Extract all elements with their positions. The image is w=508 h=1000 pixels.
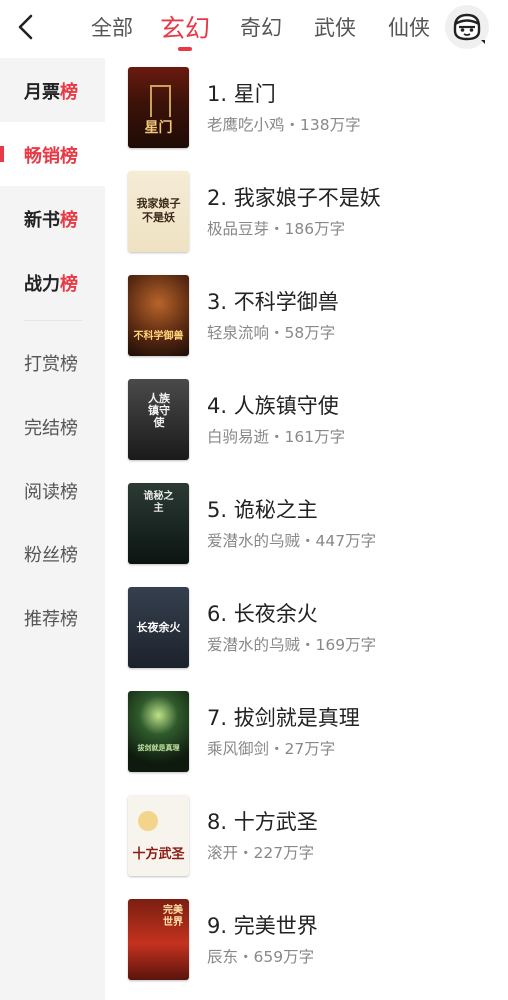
ranking-sidebar: 月票榜 畅销榜 新书榜 战力榜 打赏榜 完结榜 阅读榜 粉丝榜 推荐榜 bbox=[0, 58, 105, 1000]
book-list-item[interactable]: 诡秘之主 5. 诡秘之主 爱潜水的乌贼・447万字 bbox=[105, 474, 508, 578]
book-meta: 滚开・227万字 bbox=[207, 844, 315, 862]
active-tab-indicator bbox=[178, 47, 192, 51]
book-cover: 星门 bbox=[128, 67, 189, 148]
book-title: 6. 长夜余火 bbox=[207, 602, 318, 626]
tab-all[interactable]: 全部 bbox=[91, 12, 133, 42]
tab-wuxia[interactable]: 武侠 bbox=[314, 12, 356, 42]
book-list-item[interactable]: 完美世界 9. 完美世界 辰东・659万字 bbox=[105, 890, 508, 994]
sidebar-item-label: 推荐榜 bbox=[24, 609, 78, 630]
sidebar-item-label: 阅读榜 bbox=[24, 482, 78, 503]
sidebar-item-power[interactable]: 战力榜 bbox=[0, 250, 105, 314]
back-button[interactable] bbox=[10, 10, 44, 44]
sidebar-item-recommend[interactable]: 推荐榜 bbox=[0, 585, 105, 649]
book-cover: 长夜余火 bbox=[128, 587, 189, 668]
sidebar-item-label: 完结榜 bbox=[24, 418, 78, 439]
book-title: 3. 不科学御兽 bbox=[207, 290, 339, 314]
book-meta: 极品豆芽・186万字 bbox=[207, 220, 346, 238]
book-cover: 我家娘子不是妖 bbox=[128, 171, 189, 252]
sidebar-item-monthly-ticket[interactable]: 月票榜 bbox=[0, 58, 105, 122]
sidebar-item-label: 战力榜 bbox=[24, 274, 78, 295]
book-title: 1. 星门 bbox=[207, 82, 276, 106]
book-meta: 爱潜水的乌贼・447万字 bbox=[207, 532, 377, 550]
user-avatar-icon bbox=[453, 13, 485, 44]
sidebar-item-label: 畅销榜 bbox=[24, 146, 78, 167]
book-meta: 乘风御剑・27万字 bbox=[207, 740, 336, 758]
chevron-left-icon bbox=[18, 14, 33, 40]
book-title: 2. 我家娘子不是妖 bbox=[207, 186, 381, 210]
book-list-item[interactable]: 不科学御兽 3. 不科学御兽 轻泉流响・58万字 bbox=[105, 266, 508, 370]
sidebar-item-label: 月票榜 bbox=[24, 82, 78, 103]
book-title: 8. 十方武圣 bbox=[207, 810, 318, 834]
sidebar-item-label: 新书榜 bbox=[24, 210, 78, 231]
sidebar-item-reward[interactable]: 打赏榜 bbox=[0, 330, 105, 394]
book-title: 4. 人族镇守使 bbox=[207, 394, 339, 418]
book-list-item[interactable]: 人族镇守使 4. 人族镇守使 白驹易逝・161万字 bbox=[105, 370, 508, 474]
book-meta: 白驹易逝・161万字 bbox=[207, 428, 346, 446]
book-cover: 人族镇守使 bbox=[128, 379, 189, 460]
book-meta: 老鹰吃小鸡・138万字 bbox=[207, 116, 361, 134]
sidebar-item-reading[interactable]: 阅读榜 bbox=[0, 458, 105, 522]
avatar[interactable] bbox=[445, 5, 489, 49]
book-title: 9. 完美世界 bbox=[207, 914, 318, 938]
book-list-item[interactable]: 长夜余火 6. 长夜余火 爱潜水的乌贼・169万字 bbox=[105, 578, 508, 682]
sidebar-item-bestseller[interactable]: 畅销榜 bbox=[0, 122, 105, 186]
top-bar: 全部 玄幻 奇幻 武侠 仙侠 bbox=[0, 0, 508, 58]
sidebar-item-new-books[interactable]: 新书榜 bbox=[0, 186, 105, 250]
book-meta: 轻泉流响・58万字 bbox=[207, 324, 336, 342]
sidebar-divider bbox=[24, 320, 82, 321]
book-title: 5. 诡秘之主 bbox=[207, 498, 318, 522]
tab-xianxia[interactable]: 仙侠 bbox=[388, 12, 430, 42]
book-cover: 诡秘之主 bbox=[128, 483, 189, 564]
sidebar-item-fans[interactable]: 粉丝榜 bbox=[0, 521, 105, 585]
tab-xuanhuan[interactable]: 玄幻 bbox=[160, 9, 210, 45]
book-list-item[interactable]: 星门 1. 星门 老鹰吃小鸡・138万字 bbox=[105, 58, 508, 162]
book-meta: 辰东・659万字 bbox=[207, 948, 315, 966]
book-meta: 爱潜水的乌贼・169万字 bbox=[207, 636, 377, 654]
book-ranking-list: 星门 1. 星门 老鹰吃小鸡・138万字 我家娘子不是妖 2. 我家娘子不是妖 … bbox=[105, 58, 508, 1000]
book-cover: 完美世界 bbox=[128, 899, 189, 980]
sidebar-item-label: 打赏榜 bbox=[24, 354, 78, 375]
book-list-item[interactable]: 我家娘子不是妖 2. 我家娘子不是妖 极品豆芽・186万字 bbox=[105, 162, 508, 266]
book-list-item[interactable]: 十方武圣 8. 十方武圣 滚开・227万字 bbox=[105, 786, 508, 890]
book-list-item[interactable]: 拔剑就是真理 7. 拔剑就是真理 乘风御剑・27万字 bbox=[105, 682, 508, 786]
sidebar-item-label: 粉丝榜 bbox=[24, 545, 78, 566]
book-cover: 拔剑就是真理 bbox=[128, 691, 189, 772]
active-indicator bbox=[0, 146, 4, 162]
tab-qihuan[interactable]: 奇幻 bbox=[240, 12, 282, 42]
book-title: 7. 拔剑就是真理 bbox=[207, 706, 360, 730]
sidebar-item-finished[interactable]: 完结榜 bbox=[0, 394, 105, 458]
book-cover: 不科学御兽 bbox=[128, 275, 189, 356]
book-cover: 十方武圣 bbox=[128, 795, 189, 876]
